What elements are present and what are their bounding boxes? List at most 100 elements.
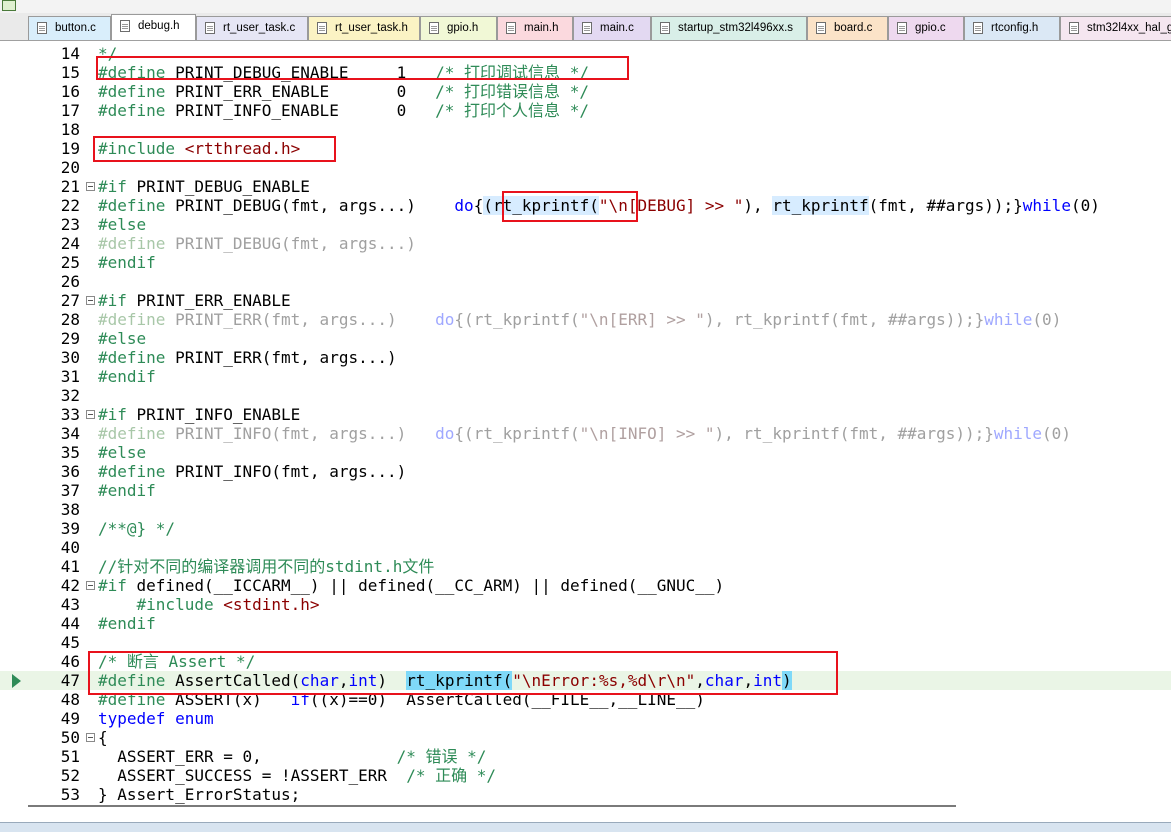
file-icon — [120, 20, 130, 32]
file-icon — [317, 22, 327, 34]
code-line-38[interactable]: 38 — [0, 500, 1171, 519]
tab-rt-user-task-h[interactable]: rt_user_task.h — [308, 16, 420, 40]
code-line-40[interactable]: 40 — [0, 538, 1171, 557]
code-line-51[interactable]: 51 ASSERT_ERR = 0, /* 错误 */ — [0, 747, 1171, 766]
tab-startup-stm32l496xx-s[interactable]: startup_stm32l496xx.s — [651, 16, 807, 40]
code-line-53[interactable]: 53} Assert_ErrorStatus; — [0, 785, 1171, 804]
code-line-30[interactable]: 30 #define PRINT_ERR(fmt, args...) — [0, 348, 1171, 367]
code-line-35[interactable]: 35 #else — [0, 443, 1171, 462]
code-token: "\n[ERR] >> " — [579, 310, 705, 329]
code-line-52[interactable]: 52 ASSERT_SUCCESS = !ASSERT_ERR /* 正确 */ — [0, 766, 1171, 785]
code-token: #include — [136, 595, 224, 614]
line-number: 28 — [60, 310, 80, 329]
line-number: 32 — [60, 386, 80, 405]
code-token: while — [993, 424, 1043, 443]
tab-main-h[interactable]: main.h — [497, 16, 573, 40]
code-line-44[interactable]: 44 #endif — [0, 614, 1171, 633]
file-icon — [973, 22, 983, 34]
fold-toggle-icon[interactable] — [86, 733, 95, 742]
code-line-24[interactable]: 24 #define PRINT_DEBUG(fmt, args...) — [0, 234, 1171, 253]
code-text: typedef enum — [98, 709, 214, 728]
code-line-42[interactable]: 42 #if defined(__ICCARM__) || defined(__C… — [0, 576, 1171, 595]
file-icon — [37, 22, 47, 34]
code-token: #if — [98, 405, 137, 424]
code-text: #if defined(__ICCARM__) || defined(__CC_… — [98, 576, 724, 595]
line-number: 40 — [60, 538, 80, 557]
code-token: #else — [98, 443, 147, 462]
code-line-32[interactable]: 32 — [0, 386, 1171, 405]
code-text: #if PRINT_DEBUG_ENABLE — [98, 177, 310, 196]
code-line-50[interactable]: 50 { — [0, 728, 1171, 747]
code-text: #endif — [98, 367, 156, 386]
tab-label: gpio.c — [915, 22, 946, 34]
highlight-box-print-debug-enable — [96, 56, 629, 80]
line-number: 44 — [60, 614, 80, 633]
code-line-45[interactable]: 45 — [0, 633, 1171, 652]
code-text: ASSERT_ERR = 0, /* 错误 */ — [98, 747, 486, 766]
tab-rt-user-task-c[interactable]: rt_user_task.c — [196, 16, 308, 40]
tab-gpio-c[interactable]: gpio.c — [888, 16, 964, 40]
line-number: 51 — [60, 747, 80, 766]
tab-gpio-h[interactable]: gpio.h — [420, 16, 497, 40]
code-token: #endif — [98, 367, 156, 386]
highlight-box-assert-called — [88, 651, 838, 695]
code-token: #if — [98, 291, 137, 310]
code-line-49[interactable]: 49 typedef enum — [0, 709, 1171, 728]
code-line-36[interactable]: 36 #define PRINT_INFO(fmt, args...) — [0, 462, 1171, 481]
code-line-29[interactable]: 29 #else — [0, 329, 1171, 348]
code-token: while — [984, 310, 1033, 329]
code-editor[interactable]: 14 */15 #define PRINT_DEBUG_ENABLE 1 /* 打印… — [0, 41, 1171, 831]
code-token: do — [435, 424, 455, 443]
code-line-26[interactable]: 26 — [0, 272, 1171, 291]
code-token: #define — [98, 101, 176, 120]
tab-label: debug.h — [138, 20, 180, 32]
code-line-34[interactable]: 34 #define PRINT_INFO(fmt, args...) do{(r… — [0, 424, 1171, 443]
code-text: #define PRINT_INFO(fmt, args...) — [98, 462, 406, 481]
line-number: 30 — [60, 348, 80, 367]
line-number: 18 — [60, 120, 80, 139]
code-token: #else — [98, 215, 147, 234]
tab-label: rt_user_task.c — [223, 22, 296, 34]
tab-stm32l4xx-hal-gpio-h[interactable]: stm32l4xx_hal_gpio.h — [1060, 16, 1171, 40]
code-token: { — [473, 196, 484, 215]
code-line-25[interactable]: 25 #endif — [0, 253, 1171, 272]
code-line-37[interactable]: 37 #endif — [0, 481, 1171, 500]
fold-toggle-icon[interactable] — [86, 296, 95, 305]
tab-button-c[interactable]: button.c — [28, 16, 111, 40]
horizontal-scrollbar[interactable] — [28, 805, 956, 807]
line-number: 33 — [60, 405, 80, 424]
tab-debug-h[interactable]: debug.h — [111, 14, 196, 40]
tab-main-c[interactable]: main.c — [573, 16, 651, 40]
code-token: defined(__ICCARM__) || defined(__CC_ARM)… — [136, 576, 725, 595]
code-line-33[interactable]: 33 #if PRINT_INFO_ENABLE — [0, 405, 1171, 424]
code-line-27[interactable]: 27 #if PRINT_ERR_ENABLE — [0, 291, 1171, 310]
line-number: 46 — [60, 652, 80, 671]
fold-toggle-icon[interactable] — [86, 182, 95, 191]
toolbar-icon[interactable] — [2, 0, 16, 11]
code-token: #define — [98, 82, 176, 101]
code-line-41[interactable]: 41 //针对不同的编译器调用不同的stdint.h文件 — [0, 557, 1171, 576]
code-text: { — [98, 728, 108, 747]
code-line-39[interactable]: 39 /**@} */ — [0, 519, 1171, 538]
code-token: PRINT_ERR(fmt, args...) — [175, 348, 397, 367]
line-number: 25 — [60, 253, 80, 272]
code-token: (0) — [1070, 196, 1100, 215]
tab-board-c[interactable]: board.c — [807, 16, 888, 40]
code-text: #include <stdint.h> — [98, 595, 320, 614]
code-token: #define — [98, 310, 176, 329]
code-token: #define — [98, 424, 176, 443]
code-line-31[interactable]: 31 #endif — [0, 367, 1171, 386]
code-token: //针对不同的编译器调用不同的stdint.h文件 — [98, 557, 435, 576]
fold-toggle-icon[interactable] — [86, 410, 95, 419]
file-icon — [205, 22, 215, 34]
code-line-43[interactable]: 43 #include <stdint.h> — [0, 595, 1171, 614]
code-token: <stdint.h> — [223, 595, 320, 614]
tab-rtconfig-h[interactable]: rtconfig.h — [964, 16, 1060, 40]
tab-label: board.c — [834, 22, 873, 34]
code-line-16[interactable]: 16 #define PRINT_ERR_ENABLE 0 /* 打印错误信息 *… — [0, 82, 1171, 101]
code-line-28[interactable]: 28 #define PRINT_ERR(fmt, args...) do{(rt… — [0, 310, 1171, 329]
highlight-box-rt-kprintf-debug — [502, 191, 638, 222]
fold-toggle-icon[interactable] — [86, 581, 95, 590]
code-line-17[interactable]: 17 #define PRINT_INFO_ENABLE 0 /* 打印个人信息 … — [0, 101, 1171, 120]
code-text: #define PRINT_ERR_ENABLE 0 /* 打印错误信息 */ — [98, 82, 589, 101]
